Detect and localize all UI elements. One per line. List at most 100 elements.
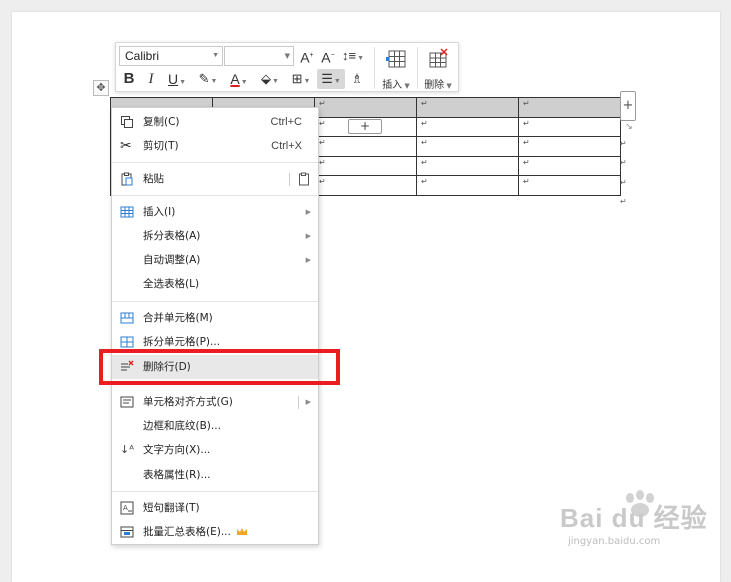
menu-item-copy[interactable]: 复制(C) Ctrl+C xyxy=(112,110,318,134)
menu-item-table-properties[interactable]: 表格属性(R)... xyxy=(112,463,318,487)
menu-item-label: 单元格对齐方式(G) xyxy=(143,396,233,408)
menu-item-cell-alignment[interactable]: 单元格对齐方式(G) ▶ xyxy=(112,390,318,414)
menu-item-label: 文字方向(X)... xyxy=(143,444,211,456)
menu-item-text-direction[interactable]: ↓ᴬ 文字方向(X)... xyxy=(112,438,318,462)
format-painter-icon: ♗ xyxy=(351,71,363,86)
menu-item-borders-shading[interactable]: 边框和底纹(B)... xyxy=(112,414,318,438)
table-cell[interactable]: ↵ xyxy=(518,116,621,137)
font-name-select[interactable]: Calibri ▼ xyxy=(119,46,223,66)
menu-item-cut[interactable]: ✂ 剪切(T) Ctrl+X xyxy=(112,134,318,158)
highlight-button[interactable]: ✎▼ xyxy=(194,69,222,89)
font-size-select[interactable]: ▼ xyxy=(224,46,294,66)
menu-item-translate[interactable]: A 短句翻译(T) xyxy=(112,496,318,520)
table-cell[interactable]: ↵ xyxy=(314,175,417,196)
insert-label: 插入 ▼ xyxy=(382,80,410,91)
table-resize-handle-icon[interactable]: ↘ xyxy=(621,122,637,134)
menu-item-label: 插入(I) xyxy=(143,206,176,218)
menu-item-label: 拆分表格(A) xyxy=(143,230,201,242)
floating-format-toolbar: Calibri ▼ ▼ A+ A− ↕≡▼ B I U▼ ✎▼ A▼ ⬙▼ ⊞▼… xyxy=(115,42,459,92)
paste-icon xyxy=(121,172,133,186)
insert-table-icon xyxy=(386,50,406,68)
menu-item-label: 复制(C) xyxy=(143,116,180,128)
underline-button[interactable]: U▼ xyxy=(164,69,190,89)
menu-item-merge-cells[interactable]: 合并单元格(M) xyxy=(112,306,318,330)
border-icon: ⊞ xyxy=(291,71,303,86)
table-cell[interactable]: ↵ xyxy=(518,136,621,157)
table-cell[interactable]: ↵ xyxy=(314,136,417,157)
cut-icon: ✂ xyxy=(120,138,132,154)
menu-item-label: 批量汇总表格(E)... xyxy=(143,526,231,538)
table-cell[interactable]: ↵ xyxy=(518,175,621,196)
menu-item-select-table[interactable]: 全选表格(L) xyxy=(112,272,318,296)
insert-table-icon xyxy=(120,206,134,218)
menu-item-paste[interactable]: 粘贴 xyxy=(112,167,318,191)
table-cell[interactable]: ↵ xyxy=(416,155,519,176)
menu-item-label: 短句翻译(T) xyxy=(143,502,200,514)
delete-label: 删除 ▼ xyxy=(424,80,452,91)
submenu-arrow-icon: ▶ xyxy=(305,208,311,216)
border-button[interactable]: ⊞▼ xyxy=(288,69,314,89)
table-move-handle-icon[interactable]: ✥ xyxy=(93,80,109,96)
bold-button[interactable]: B xyxy=(120,69,138,89)
table-cell[interactable]: ↵ xyxy=(518,97,621,118)
menu-item-label: 合并单元格(M) xyxy=(143,312,213,324)
submenu-arrow-icon: ▶ xyxy=(305,398,311,406)
italic-button[interactable]: I xyxy=(142,69,160,89)
increase-font-icon: A xyxy=(300,49,310,66)
table-cell[interactable]: ↵ xyxy=(314,97,417,118)
watermark-url: jingyan.baidu.com xyxy=(568,536,661,547)
menu-item-auto-fit[interactable]: 自动调整(A) ▶ xyxy=(112,248,318,272)
translate-icon: A xyxy=(120,501,134,515)
add-column-button[interactable]: + xyxy=(620,91,636,121)
submenu-arrow-icon: ▶ xyxy=(305,256,311,264)
font-color-button[interactable]: A▼ xyxy=(226,69,252,89)
summary-table-icon xyxy=(120,526,134,538)
red-highlight-box xyxy=(99,349,340,385)
toolbar-divider xyxy=(374,47,375,89)
crown-icon xyxy=(237,528,247,535)
table-cell[interactable]: ↵ xyxy=(518,155,621,176)
align-button[interactable]: ☰▼ xyxy=(317,69,345,89)
delete-button[interactable]: 删除 ▼ xyxy=(420,46,456,91)
copy-icon xyxy=(121,116,133,128)
menu-item-batch-summary[interactable]: 批量汇总表格(E)... xyxy=(112,520,318,544)
table-cell[interactable]: ↵ xyxy=(314,155,417,176)
menu-separator xyxy=(112,491,318,492)
menu-item-label: 边框和底纹(B)... xyxy=(143,420,221,432)
menu-split-divider xyxy=(289,173,290,186)
row-end-mark: ↵ xyxy=(620,178,627,187)
menu-item-split-table[interactable]: 拆分表格(A) ▶ xyxy=(112,224,318,248)
line-spacing-button[interactable]: ↕≡▼ xyxy=(340,46,366,66)
menu-separator xyxy=(112,162,318,163)
table-cell[interactable]: ↵ xyxy=(416,136,519,157)
table-cell[interactable]: ↵ xyxy=(416,97,519,118)
split-cells-icon xyxy=(120,336,134,348)
font-color-icon: A xyxy=(230,71,240,87)
increase-font-size-button[interactable]: A+ xyxy=(298,46,316,66)
highlighter-icon: ✎ xyxy=(198,71,210,86)
row-end-mark: ↵ xyxy=(620,139,627,148)
decrease-font-size-button[interactable]: A− xyxy=(319,46,337,66)
line-spacing-icon: ↕≡ xyxy=(341,48,357,63)
format-painter-button[interactable]: ♗ xyxy=(348,69,366,89)
shading-button[interactable]: ⬙▼ xyxy=(256,69,284,89)
watermark-main-text: Bai du 经验 xyxy=(560,503,708,533)
menu-item-label: 自动调整(A) xyxy=(143,254,201,266)
insert-button[interactable]: 插入 ▼ xyxy=(378,46,414,91)
underline-icon: U xyxy=(167,71,179,87)
caret-down-icon: ▼ xyxy=(284,52,290,60)
decrease-font-icon: A xyxy=(321,49,331,66)
paste-options-icon[interactable] xyxy=(298,172,311,186)
menu-shortcut: Ctrl+C xyxy=(270,116,302,128)
row-end-mark: ↵ xyxy=(620,158,627,167)
svg-text:A: A xyxy=(123,504,128,512)
caret-down-icon: ▼ xyxy=(212,52,219,59)
add-row-button[interactable]: + xyxy=(348,119,382,134)
table-cell[interactable]: ↵ xyxy=(416,116,519,137)
menu-item-label: 剪切(T) xyxy=(143,140,179,152)
text-direction-icon: ↓ᴬ xyxy=(120,443,134,456)
merge-cells-icon xyxy=(120,312,134,324)
table-cell[interactable]: ↵ xyxy=(416,175,519,196)
menu-item-insert[interactable]: 插入(I) ▶ xyxy=(112,200,318,224)
align-icon: ☰ xyxy=(321,71,333,86)
